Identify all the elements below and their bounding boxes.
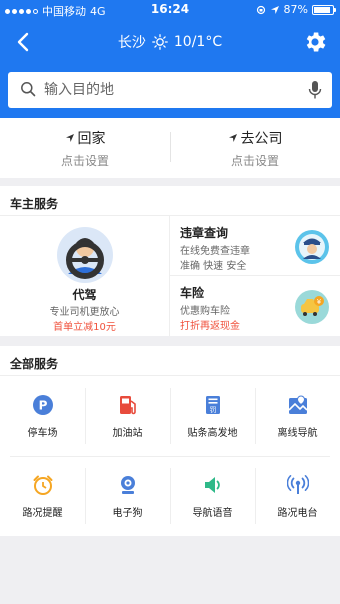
service-label: 加油站 [112, 428, 143, 439]
all-services-grid: P 停车场 加油站 罚 贴条高发地 离线导航 路况提醒 电子狗 导航语音 路况电… [0, 376, 340, 536]
service-label: 电子狗 [112, 508, 143, 519]
service-traffic-alert[interactable]: 路况提醒 [0, 456, 85, 536]
violation-title: 违章查询 [180, 226, 229, 240]
traffic-police-icon [295, 230, 329, 264]
status-bar: 中国移动 4G 16:24 87% [0, 0, 340, 20]
search-icon [21, 82, 36, 97]
sun-icon [152, 34, 168, 50]
lock-rotation-icon [256, 5, 265, 14]
nav-bar: 长沙 10/1°C [0, 22, 340, 62]
city-label: 长沙 [117, 35, 146, 51]
service-label: 贴条高发地 [187, 428, 238, 439]
service-label: 路况电台 [277, 508, 318, 519]
quick-destinations: 回家 点击设置 去公司 点击设置 [0, 118, 340, 178]
location-arrow-icon [270, 5, 279, 14]
service-speed-camera[interactable]: 电子狗 [85, 456, 170, 536]
battery-icon [312, 4, 336, 15]
speaker-icon [205, 477, 220, 493]
temperature-label: 10/1°C [173, 34, 223, 50]
owner-services-title: 车主服务 [0, 186, 340, 216]
offline-map-icon [288, 395, 308, 414]
service-ticket-hotspots[interactable]: 罚 贴条高发地 [170, 376, 255, 456]
navigation-arrow-icon [65, 134, 74, 142]
radio-icon [287, 475, 309, 494]
driver-service-desc: 专业司机更放心 [49, 307, 120, 318]
insurance-car-icon: ¥ [295, 290, 329, 324]
insurance-title: 车险 [180, 286, 205, 300]
battery-percent: 87% [283, 3, 308, 16]
violation-desc-2: 准确 快速 安全 [180, 261, 247, 272]
top-header: 中国移动 4G 16:24 87% 长沙 10/1°C [0, 0, 340, 118]
svg-text:罚: 罚 [210, 406, 217, 414]
service-label: 离线导航 [277, 428, 318, 439]
car-insurance-card[interactable]: 车险 优惠购车险 打折再返现金 ¥ [170, 276, 340, 336]
service-traffic-radio[interactable]: 路况电台 [255, 456, 340, 536]
driver-service-promo: 首单立减10元 [53, 322, 116, 333]
alarm-clock-icon [33, 475, 53, 495]
all-services-title: 全部服务 [0, 346, 340, 376]
svg-text:P: P [39, 399, 48, 413]
driver-service-name: 代驾 [72, 288, 97, 302]
weather-info: 长沙 10/1°C [0, 32, 340, 52]
service-gas-station[interactable]: 加油站 [85, 376, 170, 456]
fuel-icon [120, 396, 136, 415]
svg-text:¥: ¥ [317, 298, 322, 306]
go-home-subtitle: 点击设置 [60, 154, 109, 168]
go-work-shortcut[interactable]: 去公司 点击设置 [170, 128, 340, 169]
violation-desc-1: 在线免费查违章 [180, 246, 250, 257]
steering-wheel-driver-icon [57, 227, 113, 283]
destination-search-bar[interactable] [8, 72, 332, 108]
insurance-desc-1: 优惠购车险 [180, 306, 230, 317]
service-label: 路况提醒 [22, 508, 63, 519]
gear-icon[interactable] [302, 29, 328, 55]
go-work-subtitle: 点击设置 [230, 154, 279, 168]
owner-services-panel: 代驾 专业司机更放心 首单立减10元 违章查询 在线免费查违章 准确 快速 安全… [0, 216, 340, 336]
service-label: 停车场 [27, 428, 58, 439]
designated-driver-card[interactable]: 代驾 专业司机更放心 首单立减10元 [0, 216, 170, 336]
navigation-arrow-icon [228, 134, 237, 142]
destination-input[interactable] [44, 77, 294, 103]
service-navigation-voice[interactable]: 导航语音 [170, 456, 255, 536]
ticket-icon: 罚 [206, 396, 220, 414]
microphone-icon[interactable] [308, 80, 322, 100]
go-home-shortcut[interactable]: 回家 点击设置 [0, 128, 170, 169]
violation-query-card[interactable]: 违章查询 在线免费查违章 准确 快速 安全 [170, 216, 340, 276]
camera-icon [121, 476, 135, 494]
go-work-label: 去公司 [240, 131, 283, 147]
parking-icon: P [33, 395, 53, 415]
service-offline-navigation[interactable]: 离线导航 [255, 376, 340, 456]
service-parking[interactable]: P 停车场 [0, 376, 85, 456]
insurance-desc-2: 打折再返现金 [180, 321, 240, 332]
go-home-label: 回家 [77, 131, 106, 147]
service-label: 导航语音 [192, 508, 233, 519]
